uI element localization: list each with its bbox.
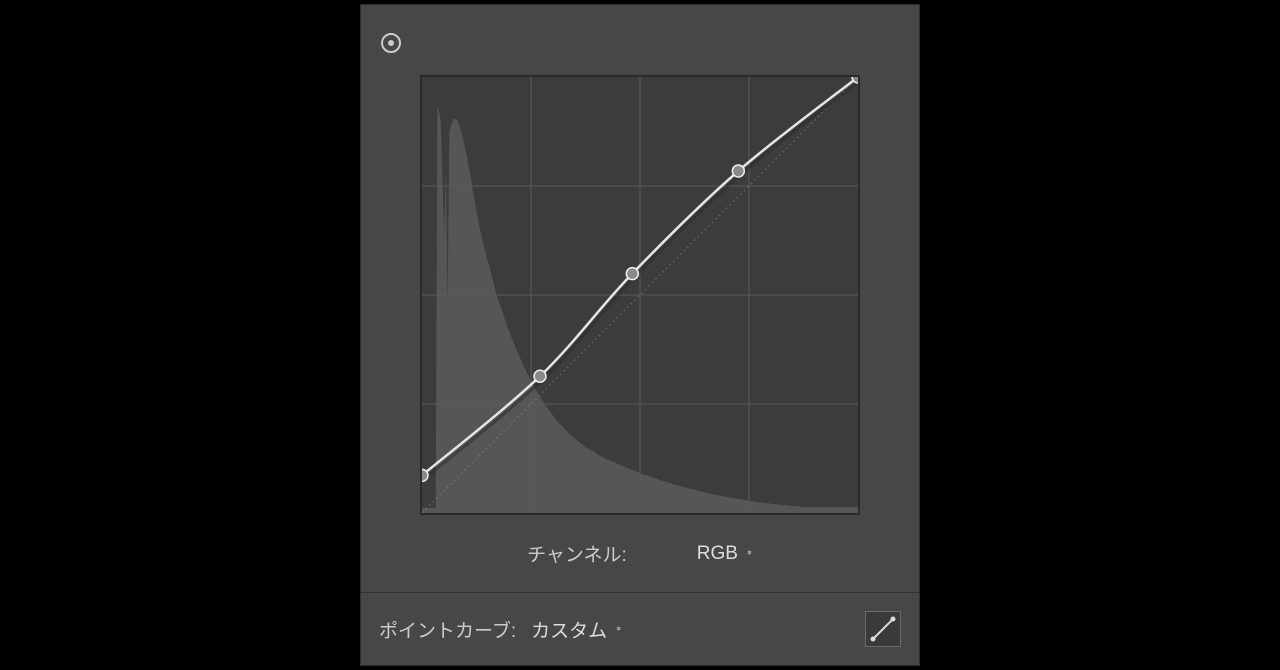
chevron-updown-icon [746, 553, 753, 554]
tone-curve-graph[interactable] [420, 75, 860, 515]
channel-label: チャンネル: [527, 540, 627, 567]
point-curve-select[interactable]: カスタム [531, 616, 622, 643]
targeted-adjustment-icon[interactable] [381, 33, 401, 53]
tone-curve-top: チャンネル: RGB [361, 5, 919, 593]
channel-select[interactable]: RGB [697, 543, 753, 565]
chevron-updown-icon [615, 629, 622, 630]
point-curve-value: カスタム [531, 616, 607, 643]
point-curve-toggle-button[interactable] [865, 611, 901, 647]
channel-row: チャンネル: RGB [361, 515, 919, 587]
channel-value: RGB [697, 543, 738, 565]
curve-svg[interactable] [422, 77, 858, 513]
point-curve-label: ポイントカーブ: [379, 616, 516, 643]
point-curve-row: ポイントカーブ: カスタム [361, 593, 919, 665]
tone-curve-panel: チャンネル: RGB ポイントカーブ: カスタム [360, 4, 920, 666]
curve-toggle-icon [869, 615, 897, 643]
